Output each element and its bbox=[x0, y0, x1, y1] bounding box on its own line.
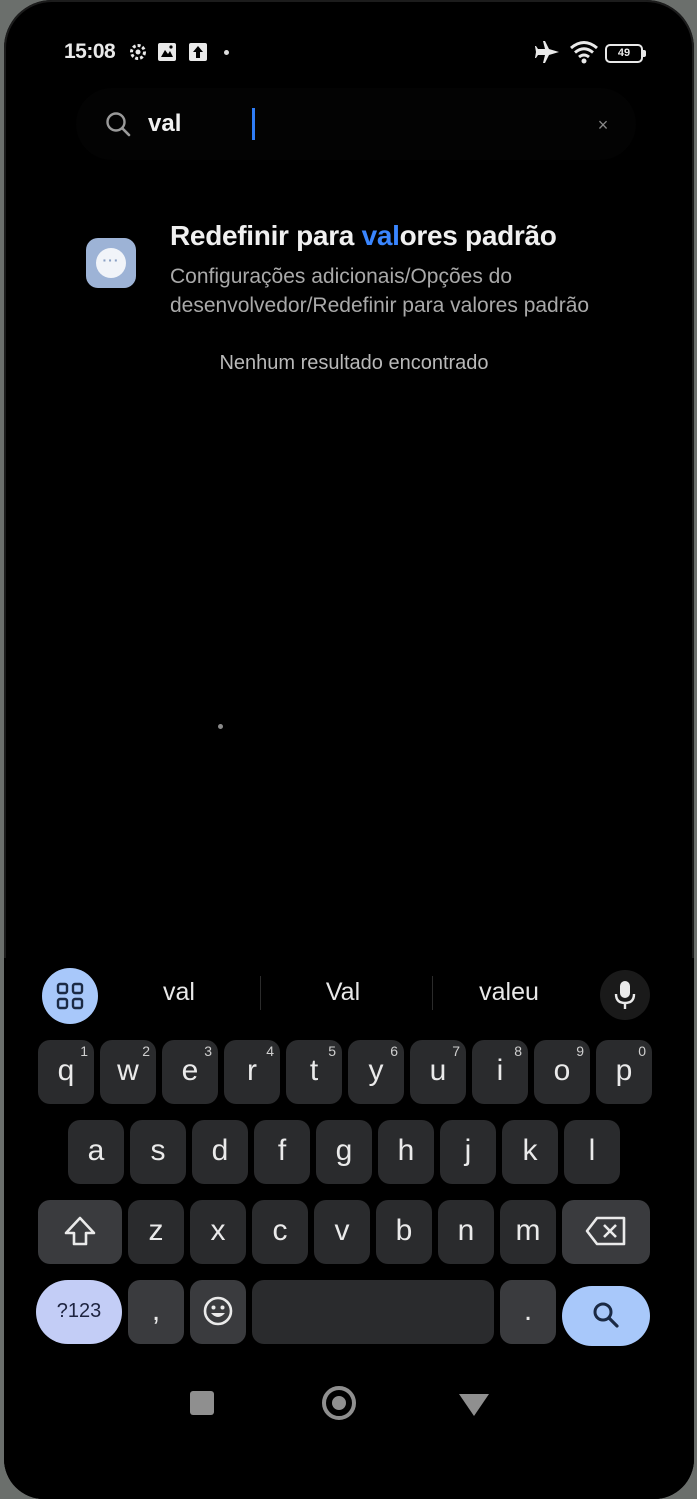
search-action-key[interactable] bbox=[562, 1286, 650, 1346]
microphone-button[interactable] bbox=[600, 970, 650, 1020]
key-i-label: i bbox=[496, 1054, 504, 1087]
key-q-number: 1 bbox=[80, 1043, 88, 1059]
key-o-label: o bbox=[553, 1054, 571, 1087]
notification-dot-icon bbox=[224, 50, 229, 55]
comma-key[interactable]: , bbox=[128, 1280, 184, 1344]
wifi-icon bbox=[570, 41, 598, 64]
screen-dot bbox=[218, 724, 223, 729]
recents-button[interactable] bbox=[190, 1391, 214, 1415]
key-c[interactable]: c bbox=[252, 1200, 308, 1264]
settings-gear-icon bbox=[130, 44, 146, 60]
back-button[interactable] bbox=[459, 1394, 489, 1416]
key-u-label: u bbox=[429, 1054, 447, 1087]
search-result-item[interactable]: ··· Redefinir para valores padrão Config… bbox=[74, 210, 664, 330]
home-button[interactable] bbox=[322, 1386, 356, 1420]
key-x[interactable]: x bbox=[190, 1200, 246, 1264]
key-y-label: y bbox=[368, 1054, 384, 1087]
space-key[interactable] bbox=[252, 1280, 494, 1344]
key-e-label: e bbox=[181, 1054, 199, 1087]
key-a[interactable]: a bbox=[68, 1120, 124, 1184]
status-bar: 15:08 49 bbox=[4, 36, 694, 70]
result-title-highlight: val bbox=[361, 220, 400, 251]
key-i-number: 8 bbox=[514, 1043, 522, 1059]
key-f[interactable]: f bbox=[254, 1120, 310, 1184]
key-w-number: 2 bbox=[142, 1043, 150, 1059]
key-u[interactable]: u7 bbox=[410, 1040, 466, 1104]
upload-icon bbox=[189, 43, 207, 61]
result-title-suffix: ores padrão bbox=[399, 220, 557, 251]
key-r[interactable]: r4 bbox=[224, 1040, 280, 1104]
result-title-prefix: Redefinir para bbox=[170, 220, 362, 251]
airplane-icon bbox=[535, 41, 559, 63]
backspace-key[interactable] bbox=[562, 1200, 650, 1264]
more-options-icon: ··· bbox=[86, 238, 136, 288]
shift-key[interactable] bbox=[38, 1200, 122, 1264]
key-o-number: 9 bbox=[576, 1043, 584, 1059]
more-options-dots: ··· bbox=[96, 248, 126, 278]
text-caret bbox=[252, 108, 255, 140]
key-u-number: 7 bbox=[452, 1043, 460, 1059]
emoji-key[interactable] bbox=[190, 1280, 246, 1344]
key-o[interactable]: o9 bbox=[534, 1040, 590, 1104]
key-p-label: p bbox=[615, 1054, 633, 1087]
suggestion-3[interactable]: valeu bbox=[434, 978, 584, 1007]
navigation-bar bbox=[4, 1370, 694, 1440]
key-d[interactable]: d bbox=[192, 1120, 248, 1184]
clear-icon[interactable]: × bbox=[592, 114, 614, 136]
key-e[interactable]: e3 bbox=[162, 1040, 218, 1104]
key-z[interactable]: z bbox=[128, 1200, 184, 1264]
key-n[interactable]: n bbox=[438, 1200, 494, 1264]
gallery-icon bbox=[158, 43, 176, 61]
key-y[interactable]: y6 bbox=[348, 1040, 404, 1104]
result-path: Configurações adicionais/Opções do desen… bbox=[170, 265, 590, 317]
key-k[interactable]: k bbox=[502, 1120, 558, 1184]
key-b[interactable]: b bbox=[376, 1200, 432, 1264]
result-title: Redefinir para valores padrão bbox=[170, 220, 557, 252]
no-results-text: Nenhum resultado encontrado bbox=[219, 352, 489, 374]
search-icon bbox=[106, 112, 131, 137]
suggestion-divider bbox=[260, 976, 261, 1010]
key-s[interactable]: s bbox=[130, 1120, 186, 1184]
key-i[interactable]: i8 bbox=[472, 1040, 528, 1104]
key-t-number: 5 bbox=[328, 1043, 336, 1059]
key-m[interactable]: m bbox=[500, 1200, 556, 1264]
key-y-number: 6 bbox=[390, 1043, 398, 1059]
key-r-number: 4 bbox=[266, 1043, 274, 1059]
key-h[interactable]: h bbox=[378, 1120, 434, 1184]
backspace-icon bbox=[585, 1216, 626, 1246]
key-t[interactable]: t5 bbox=[286, 1040, 342, 1104]
suggestion-strip: val Val valeu bbox=[4, 958, 694, 1030]
search-icon bbox=[593, 1302, 619, 1328]
battery-icon: 49 bbox=[605, 44, 646, 63]
shift-icon bbox=[64, 1216, 96, 1246]
microphone-icon bbox=[614, 981, 636, 1009]
key-l[interactable]: l bbox=[564, 1120, 620, 1184]
suggestion-divider bbox=[432, 976, 433, 1010]
keyboard-apps-button[interactable] bbox=[42, 968, 98, 1024]
emoji-icon bbox=[203, 1296, 233, 1326]
key-v[interactable]: v bbox=[314, 1200, 370, 1264]
key-r-label: r bbox=[247, 1054, 257, 1087]
key-w-label: w bbox=[117, 1054, 139, 1087]
suggestion-2[interactable]: Val bbox=[268, 978, 418, 1007]
period-key[interactable]: . bbox=[500, 1280, 556, 1344]
symbols-key[interactable]: ?123 bbox=[36, 1280, 122, 1344]
grid-icon bbox=[56, 982, 84, 1010]
search-bar[interactable]: × bbox=[76, 88, 636, 160]
search-input[interactable] bbox=[148, 106, 568, 142]
key-t-label: t bbox=[309, 1054, 319, 1087]
key-g[interactable]: g bbox=[316, 1120, 372, 1184]
key-w[interactable]: w2 bbox=[100, 1040, 156, 1104]
key-p[interactable]: p0 bbox=[596, 1040, 652, 1104]
key-q[interactable]: q1 bbox=[38, 1040, 94, 1104]
key-e-number: 3 bbox=[204, 1043, 212, 1059]
key-p-number: 0 bbox=[638, 1043, 646, 1059]
clock: 15:08 bbox=[64, 40, 116, 63]
key-q-label: q bbox=[57, 1054, 75, 1087]
key-j[interactable]: j bbox=[440, 1120, 496, 1184]
suggestion-1[interactable]: val bbox=[104, 978, 254, 1007]
phone-screen: 15:08 49 val × ··· Redefinir para valore… bbox=[4, 0, 694, 1499]
